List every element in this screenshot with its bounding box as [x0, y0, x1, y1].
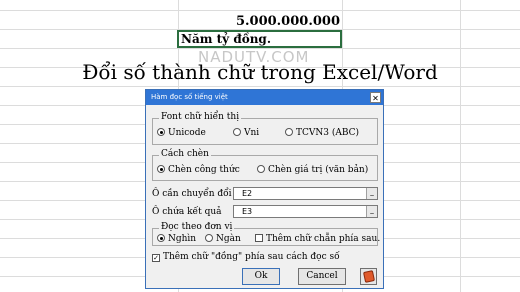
source-cell-combo[interactable]: E2 _	[233, 187, 378, 200]
unit-group: Đọc theo đơn vị Nghìn Ngàn Thêm chữ chẵn…	[152, 222, 380, 246]
radio-label: Ngàn	[216, 234, 241, 244]
radio-ngan[interactable]: Ngàn	[205, 234, 241, 244]
checkbox-label: Thêm chữ "đồng" phía sau cách đọc số	[163, 252, 340, 262]
radio-label: Chèn công thức	[168, 165, 240, 175]
help-book-icon	[362, 270, 376, 283]
radio-vni[interactable]: Vni	[233, 128, 259, 138]
radio-label: Nghìn	[168, 234, 197, 244]
radio-insert-value[interactable]: Chèn giá trị (văn bản)	[257, 165, 368, 175]
radio-unicode[interactable]: Unicode	[157, 128, 206, 138]
result-cell-combo[interactable]: E3 _	[233, 205, 378, 218]
chevron-down-icon[interactable]: _	[366, 206, 377, 217]
grid-line	[0, 86, 520, 87]
radio-label: Vni	[244, 128, 260, 138]
cell-number-in-words[interactable]: Năm tỷ đồng.	[177, 30, 342, 48]
dialog-titlebar[interactable]: Hàm đọc số tiếng việt ✕	[146, 90, 383, 105]
cancel-button[interactable]: Cancel	[298, 268, 346, 285]
checkbox-even-suffix[interactable]: Thêm chữ chẵn phía sau.	[255, 234, 380, 244]
number-to-words-dialog: Hàm đọc số tiếng việt ✕ Font chữ hiển th…	[145, 89, 384, 289]
radio-label: Unicode	[168, 128, 206, 138]
checkbox-icon	[255, 234, 263, 242]
headline-caption: Đổi số thành chữ trong Excel/Word	[82, 60, 438, 84]
checkbox-checked-icon: ✓	[152, 254, 160, 262]
radio-icon	[205, 234, 213, 242]
result-cell-label: Ô chứa kết quả	[152, 207, 222, 217]
radio-selected-icon	[157, 234, 165, 242]
radio-label: Chèn giá trị (văn bản)	[268, 165, 369, 175]
radio-selected-icon	[157, 165, 165, 173]
radio-tcvn3[interactable]: TCVN3 (ABC)	[285, 128, 359, 138]
source-cell-label: Ô cần chuyển đổi	[152, 189, 232, 199]
insert-group-label: Cách chèn	[159, 149, 211, 159]
cell-number-value[interactable]: 5.000.000.000	[180, 14, 340, 29]
radio-icon	[233, 128, 241, 136]
dialog-title: Hàm đọc số tiếng việt	[151, 93, 228, 101]
help-button[interactable]	[360, 268, 377, 285]
font-group-label: Font chữ hiển thị	[159, 112, 242, 122]
checkbox-dong-suffix[interactable]: ✓ Thêm chữ "đồng" phía sau cách đọc số	[152, 252, 340, 262]
grid-line	[460, 0, 461, 292]
close-button[interactable]: ✕	[370, 92, 381, 103]
radio-label: TCVN3 (ABC)	[296, 128, 360, 138]
chevron-down-icon[interactable]: _	[366, 188, 377, 199]
radio-icon	[285, 128, 293, 136]
close-icon: ✕	[372, 94, 379, 103]
radio-nghin[interactable]: Nghìn	[157, 234, 196, 244]
radio-icon	[257, 165, 265, 173]
grid-line	[0, 10, 520, 11]
checkbox-label: Thêm chữ chẵn phía sau.	[266, 234, 381, 244]
radio-selected-icon	[157, 128, 165, 136]
ok-button[interactable]: Ok	[242, 268, 280, 285]
source-cell-value: E2	[242, 189, 253, 198]
radio-insert-formula[interactable]: Chèn công thức	[157, 165, 240, 175]
font-group: Font chữ hiển thị Unicode Vni TCVN3 (ABC…	[152, 112, 378, 145]
insert-method-group: Cách chèn Chèn công thức Chèn giá trị (v…	[152, 149, 378, 181]
unit-group-label: Đọc theo đơn vị	[159, 222, 235, 232]
result-cell-value: E3	[242, 207, 253, 216]
